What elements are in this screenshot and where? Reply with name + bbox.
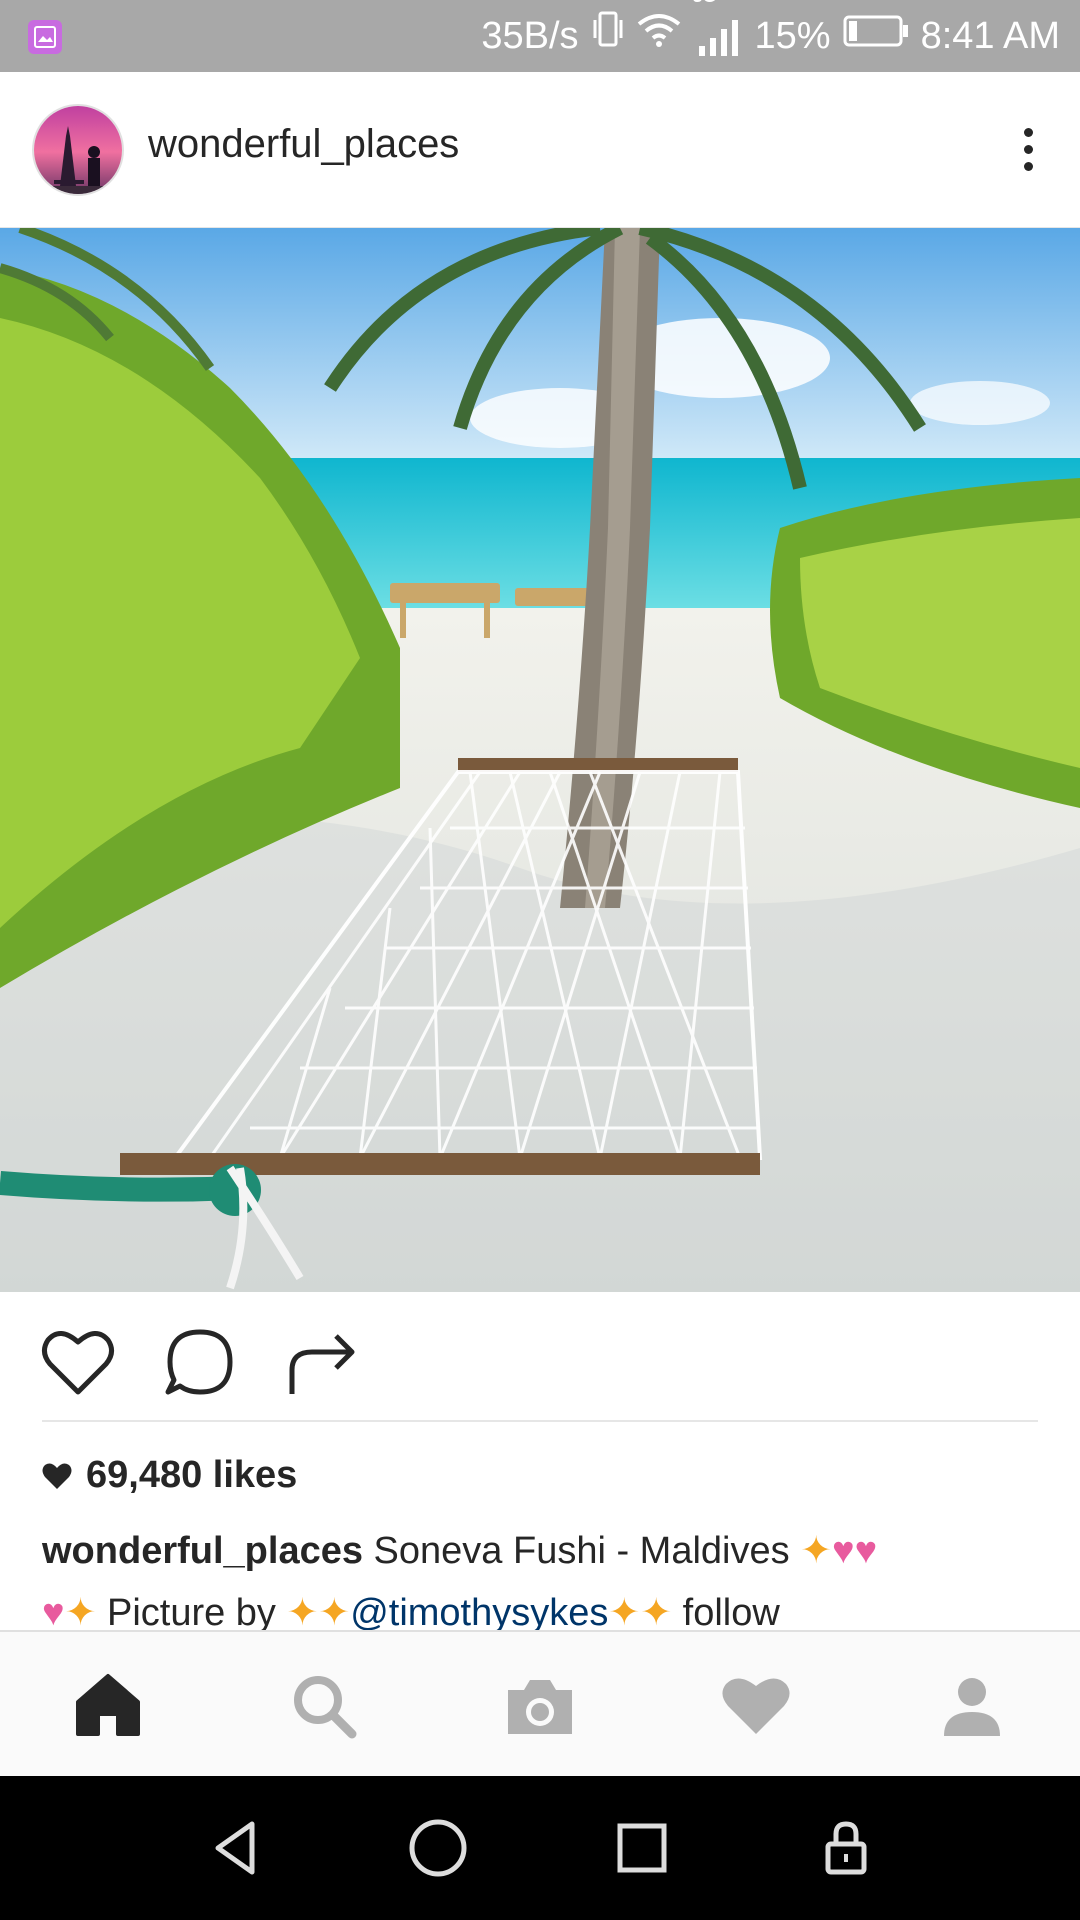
caption-text: Soneva Fushi - Maldives (373, 1530, 790, 1572)
post-header: wonderful_places (0, 72, 1080, 228)
sparkle-icon: ✦ (64, 1592, 97, 1634)
battery-percent: 15% (754, 15, 831, 57)
avatar[interactable] (32, 104, 124, 196)
status-bar: 35B/s 3G 15% 8:41 AM (0, 0, 1080, 72)
likes-text: 69,480 likes (86, 1454, 298, 1496)
recents-icon[interactable] (610, 1816, 674, 1880)
sparkle-icon: ✦ (800, 1530, 833, 1572)
battery-icon (843, 0, 909, 72)
signal-icon: 3G (693, 0, 743, 72)
post-actions (0, 1300, 1080, 1420)
system-nav-bar (0, 1776, 1080, 1920)
heart-outline-icon[interactable] (38, 1322, 118, 1402)
share-arrow-icon[interactable] (282, 1322, 362, 1402)
sparkling-heart-icon: ♥♥ (832, 1530, 878, 1572)
sparkle-icon: ✦✦ (608, 1592, 673, 1634)
caption-text-follow: follow (682, 1592, 780, 1634)
home-icon[interactable] (70, 1668, 146, 1744)
post-caption: wonderful_places Soneva Fushi - Maldives… (42, 1520, 1042, 1644)
divider (42, 1420, 1038, 1422)
gallery-notification-icon (28, 20, 62, 54)
caption-mention[interactable]: @timothysykes (350, 1592, 608, 1634)
more-vertical-icon[interactable] (1008, 122, 1048, 178)
network-speed: 35B/s (481, 15, 579, 57)
lock-icon[interactable] (814, 1816, 878, 1880)
caption-username[interactable]: wonderful_places (42, 1530, 363, 1572)
comment-bubble-icon[interactable] (160, 1322, 240, 1402)
caption-text-picture-by: Picture by (106, 1592, 276, 1634)
search-icon[interactable] (286, 1668, 362, 1744)
home-circle-icon[interactable] (406, 1816, 470, 1880)
vibrate-icon (591, 0, 625, 72)
heart-filled-icon (42, 1463, 72, 1489)
likes-count[interactable]: 69,480 likes (42, 1454, 297, 1497)
sparkling-heart-icon: ♥ (42, 1592, 65, 1634)
clock: 8:41 AM (920, 15, 1060, 57)
network-type: 3G (693, 0, 717, 6)
post-photo[interactable] (0, 228, 1080, 1292)
activity-heart-icon[interactable] (718, 1668, 794, 1744)
wifi-icon (637, 0, 681, 72)
sparkle-icon: ✦✦ (286, 1592, 351, 1634)
profile-icon[interactable] (934, 1668, 1010, 1744)
bottom-nav (0, 1630, 1080, 1776)
back-icon[interactable] (204, 1816, 268, 1880)
post-username[interactable]: wonderful_places (148, 122, 459, 167)
camera-icon[interactable] (502, 1668, 578, 1744)
